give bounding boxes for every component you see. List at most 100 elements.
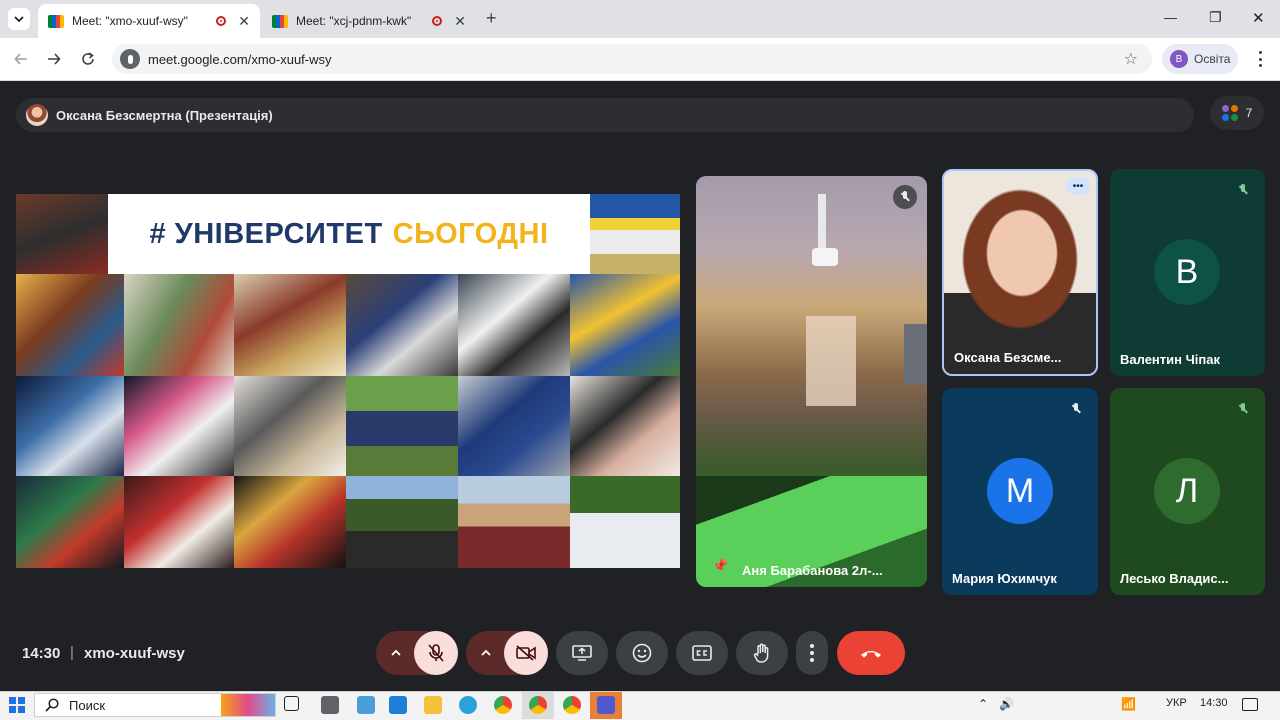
participant-count: 7 [1245,106,1253,120]
mic-off-indicator [1231,178,1255,202]
participant-name: Валентин Чіпак [1120,352,1220,367]
collage-photo [16,274,124,376]
more-options-button[interactable] [796,631,828,675]
network-icon[interactable]: 📶 [1121,697,1136,711]
chrome-icon[interactable] [563,696,581,714]
profile-avatar: B [1170,50,1188,68]
browser-menu-icon[interactable] [1252,51,1268,67]
back-button[interactable] [9,47,33,71]
mic-off-icon [901,191,909,203]
volume-icon[interactable]: 🔊 [999,697,1014,711]
microphone-toggle-button[interactable] [414,631,458,675]
mic-off-icon [428,644,444,662]
presenter-banner: Оксана Безсмертна (Презентація) [16,98,1194,132]
start-button[interactable] [9,697,25,713]
collage-photo [234,476,346,568]
collage-photo [124,274,234,376]
captions-button[interactable] [676,631,728,675]
mic-off-indicator [893,185,917,209]
chevron-up-icon [391,649,401,656]
collage-photo [570,476,680,568]
forward-button[interactable] [42,47,66,71]
emoji-icon [632,643,652,663]
leave-call-button[interactable] [837,631,905,675]
recording-icon [216,16,227,26]
raise-hand-button[interactable] [736,631,788,675]
avatar: Л [1154,458,1220,524]
mic-off-icon [1239,184,1247,196]
present-screen-button[interactable] [556,631,608,675]
chrome-icon[interactable] [529,696,547,714]
presenter-avatar [26,104,48,126]
teams-icon[interactable] [597,696,615,714]
slide-title-part1: # УНІВЕРСИТЕТ [149,217,383,250]
telegram-icon[interactable] [459,696,477,714]
participant-tile-maria[interactable]: М Мария Юхимчук [942,388,1098,595]
participant-tile-valentyn[interactable]: В Валентин Чіпак [1110,169,1265,376]
collage-photo [346,376,458,476]
taskbar-search[interactable]: Поиск [34,693,276,717]
taskbar-clock[interactable]: 14:30 [1200,697,1228,709]
minimize-button[interactable]: — [1164,10,1177,25]
collage-photo [458,274,570,376]
tab-search-button[interactable] [8,8,30,30]
participants-button[interactable]: 7 [1210,96,1264,130]
close-tab-icon[interactable]: ✕ [454,13,466,30]
avatar: М [987,458,1053,524]
tab-meet-2[interactable]: Meet: "xcj-pdnm-kwk" ✕ [262,4,476,38]
collage-photo [234,274,346,376]
collage-photo [458,376,570,476]
collage-photo [346,476,458,568]
file-explorer-icon[interactable] [424,696,442,714]
mic-off-indicator [1231,397,1255,421]
participant-tile-oksana[interactable]: ••• Оксана Безсме... [942,169,1098,376]
task-view-icon[interactable] [284,696,299,711]
collage-photo [590,194,680,274]
chevron-up-icon [481,649,491,656]
notepad-icon[interactable] [357,696,375,714]
new-tab-button[interactable]: + [486,8,497,29]
calculator-icon[interactable] [321,696,339,714]
tray-overflow-icon[interactable]: ⌃ [978,697,988,711]
search-highlight-image [221,694,275,716]
more-options-button[interactable]: ••• [1066,177,1090,195]
participant-tile-lesko[interactable]: Л Лесько Владис... [1110,388,1265,595]
reload-button[interactable] [76,47,100,71]
camera-toggle-button[interactable] [504,631,548,675]
mic-off-icon [1239,403,1247,415]
address-bar[interactable]: meet.google.com/xmo-xuuf-wsy ☆ [112,44,1152,74]
mic-off-icon [1072,403,1080,415]
language-indicator[interactable]: УКР [1166,697,1187,709]
ceiling-projector [818,194,826,254]
restore-button[interactable]: ❐ [1209,9,1222,26]
bookmark-star-icon[interactable]: ☆ [1124,49,1138,69]
participant-name: Лесько Владис... [1120,571,1229,586]
chrome-icon[interactable] [494,696,512,714]
video-options-button[interactable] [466,631,506,675]
presentation-slide: # УНІВЕРСИТЕТ СЬОГОДНІ [16,194,680,568]
video-settings-group [466,631,548,675]
participant-name: Мария Юхимчук [952,571,1057,586]
people-icon [1221,105,1238,121]
reactions-button[interactable] [616,631,668,675]
meeting-time: 14:30 [22,645,61,662]
audio-options-button[interactable] [376,631,416,675]
mic-off-indicator [1064,397,1088,421]
tab-meet-1[interactable]: Meet: "xmo-xuuf-wsy" ✕ [38,4,260,38]
collage-photo [124,376,234,476]
recording-icon [432,16,443,26]
collage-photo [16,194,108,274]
microphone-icon[interactable] [120,49,140,69]
close-window-button[interactable]: ✕ [1252,9,1265,27]
search-icon [45,698,59,712]
collage-photo [346,274,458,376]
search-placeholder: Поиск [69,697,106,713]
profile-button[interactable]: B Освіта [1162,44,1238,74]
participant-tile-anya[interactable]: 📌 Аня Барабанова 2л-... [696,176,927,587]
window [806,316,856,406]
present-screen-icon [572,645,592,661]
notifications-icon[interactable] [1242,698,1258,711]
vscode-icon[interactable] [389,696,407,714]
pin-icon[interactable]: 📌 [712,558,728,574]
close-tab-icon[interactable]: ✕ [238,13,250,30]
